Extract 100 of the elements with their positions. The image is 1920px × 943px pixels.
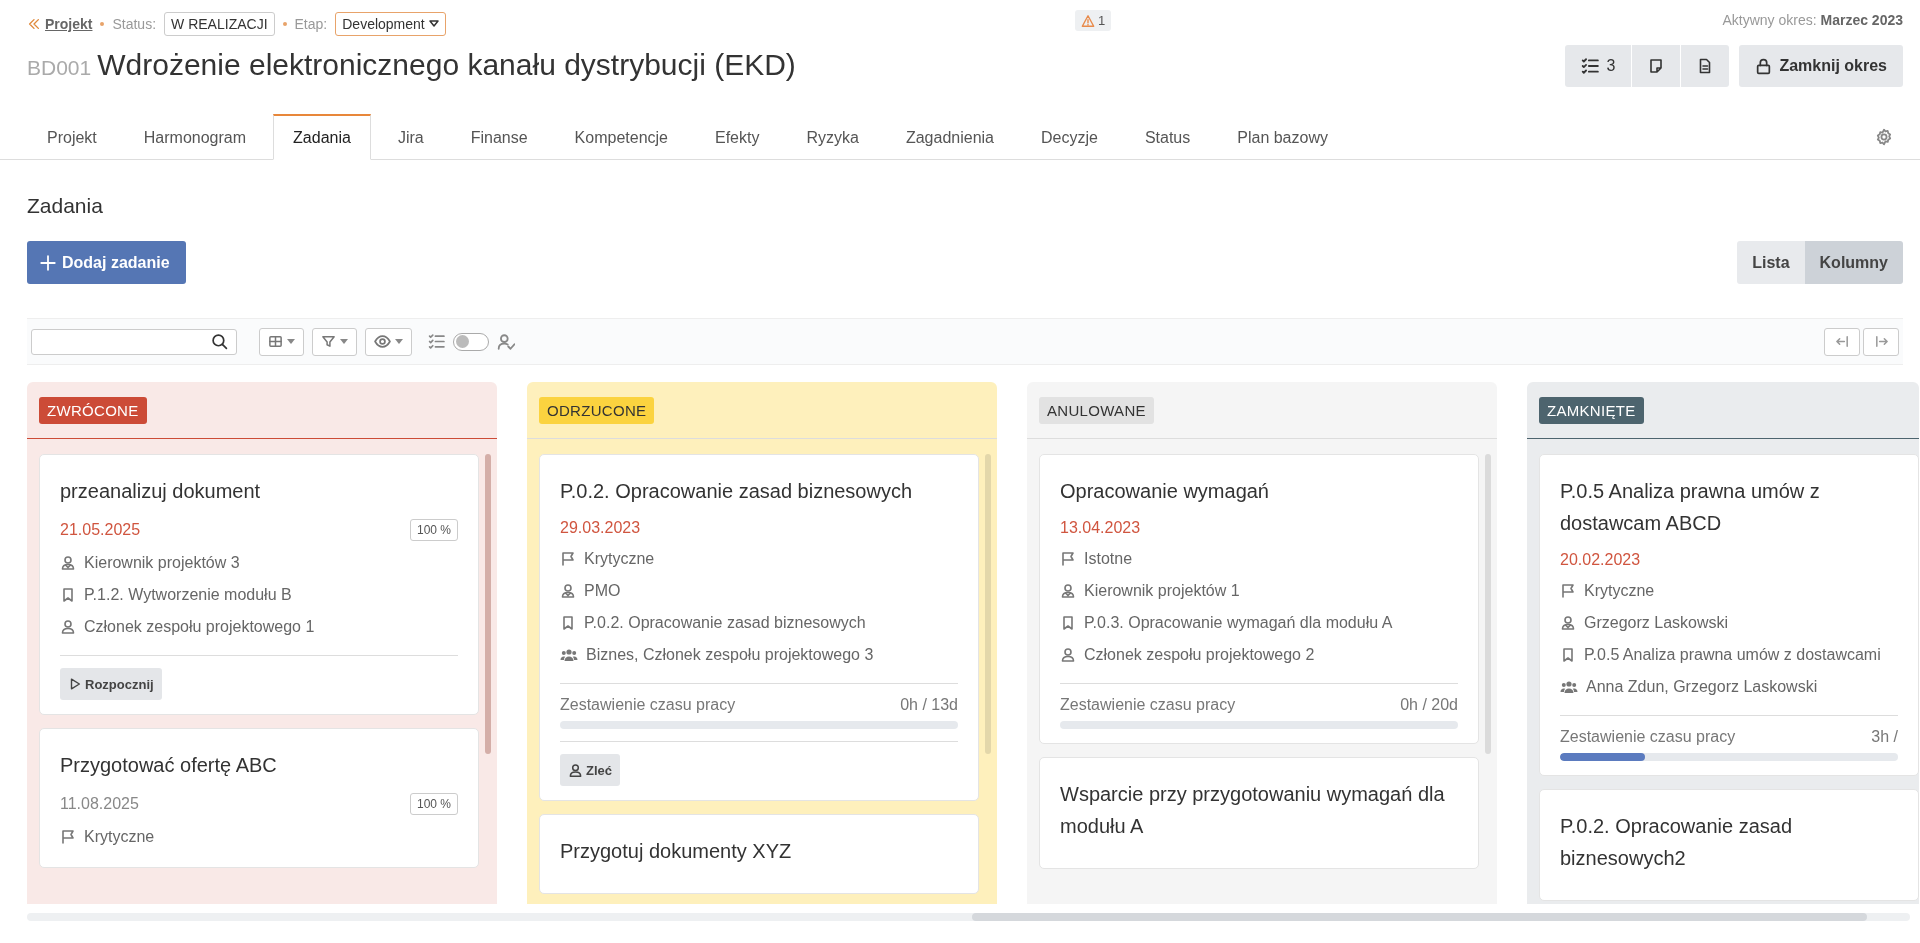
detail-text: Członek zespołu projektowego 2: [1084, 646, 1315, 664]
card-title: P.0.2. Opracowanie zasad biznesowych2: [1560, 814, 1793, 871]
detail-text: Kierownik projektów 3: [84, 554, 240, 572]
horizontal-scrollbar[interactable]: [27, 913, 1910, 921]
tab[interactable]: Efekty: [695, 114, 780, 160]
detail-text: Krytyczne: [84, 828, 155, 846]
tab[interactable]: Harmonogram: [123, 114, 267, 160]
status-badge: ANULOWANE: [1039, 396, 1154, 424]
timesheet-reading: 3h /: [1871, 728, 1898, 746]
flag-icon: [560, 551, 576, 567]
tab[interactable]: Ryzyka: [786, 114, 879, 160]
tab[interactable]: Jira: [377, 114, 444, 160]
progress-badge: 100 %: [409, 519, 458, 541]
due-date: 13.04.2023: [1060, 519, 1141, 537]
due-date: 29.03.2023: [560, 519, 641, 537]
card-title: Opracowanie wymagań: [1060, 479, 1270, 504]
tab[interactable]: Decyzje: [1021, 114, 1118, 160]
view-toggle[interactable]: Kolumny: [1804, 241, 1903, 284]
due-date: 11.08.2025: [60, 795, 139, 813]
grid-dropdown[interactable]: [259, 327, 304, 356]
detail-text: Członek zespołu projektowego 1: [84, 618, 315, 636]
detail-text: Krytyczne: [1584, 582, 1655, 600]
due-date: 20.02.2023: [1560, 551, 1641, 569]
task-card[interactable]: Wsparcie przy przygotowaniu wymagań dla modułu A: [1039, 757, 1479, 869]
toggle-switch[interactable]: [453, 332, 489, 351]
users-icon: [560, 647, 578, 663]
timesheet-label: Zestawienie czasu pracy: [1060, 696, 1236, 714]
bookmark-icon: [60, 587, 76, 603]
plus-icon: [39, 253, 57, 272]
double-chevron-left-icon: [27, 17, 41, 31]
view-toggle[interactable]: Lista: [1737, 241, 1805, 284]
scroll-right-button[interactable]: [1863, 327, 1899, 356]
card-title: Przygotuj dokumenty XYZ: [560, 839, 793, 864]
detail-text: P.1.2. Wytworzenie modułu B: [84, 586, 292, 604]
arrow-right-icon: [1873, 334, 1889, 349]
task-card[interactable]: Przygotuj dokumenty XYZ: [539, 814, 979, 894]
search-field[interactable]: [31, 328, 237, 355]
status-badge: ODRZUCONE: [539, 396, 655, 424]
task-card[interactable]: Przygotować ofertę ABC 11.08.2025 100 % Krytyczne: [39, 728, 479, 868]
detail-text: P.0.5 Analiza prawna umów z dostawcami: [1584, 646, 1881, 664]
due-date: 21.05.2025: [60, 521, 141, 539]
tab[interactable]: Status: [1124, 114, 1211, 160]
checklist-button[interactable]: 3: [1565, 45, 1632, 87]
checklist-icon: [1581, 57, 1600, 75]
card-title: Wsparcie przy przygotowaniu wymagań dla modułu A: [1060, 782, 1446, 839]
lock-icon: [1755, 57, 1773, 75]
back-link[interactable]: Projekt: [27, 16, 93, 32]
tab[interactable]: Plan bazowy: [1217, 114, 1348, 160]
task-card[interactable]: P.0.5 Analiza prawna umów z dostawcam ABCD 20.02.2023 Krytyczne Grzegorz Laskowski P.0.5 Analiza prawna umów z dostawcami Anna Zdun, Grzegorz Laskowski Zestawienie czasu pracy 3h /: [1539, 454, 1919, 776]
task-card[interactable]: P.0.2. Opracowanie zasad biznesowych2: [1539, 789, 1919, 901]
caret-icon: [395, 339, 403, 344]
timesheet-label: Zestawienie czasu pracy: [1560, 728, 1736, 746]
play-icon: [68, 677, 82, 691]
flag-icon: [1560, 583, 1576, 599]
card-title: przeanalizuj dokument: [60, 479, 262, 504]
task-card[interactable]: Opracowanie wymagań 13.04.2023 Istotne Kierownik projektów 1 P.0.3. Opracowanie wymagań dla modułu A Członek zespołu projektowego 2 Zestawienie czasu pracy 0h / 20d: [1039, 454, 1479, 744]
user-icon: [60, 555, 76, 571]
bookmark-icon: [560, 615, 576, 631]
add-task-button[interactable]: Dodaj zadanie: [27, 241, 186, 284]
scroll-left-button[interactable]: [1824, 327, 1860, 356]
tab[interactable]: Finanse: [450, 114, 548, 160]
filter-icon: [321, 334, 336, 349]
user-check-icon: [497, 332, 515, 351]
timesheet-label: Zestawienie czasu pracy: [560, 696, 736, 714]
arrow-left-icon: [1834, 334, 1850, 349]
card-title: Przygotować ofertę ABC: [60, 753, 278, 778]
filter-dropdown[interactable]: [312, 327, 357, 356]
detail-text: PMO: [584, 582, 621, 600]
note-button[interactable]: [1632, 45, 1681, 87]
visibility-dropdown[interactable]: [365, 327, 412, 356]
status-badge: ZAMKNIĘTE: [1539, 396, 1644, 424]
bookmark-icon: [1060, 615, 1076, 631]
status-label: Status:: [112, 16, 157, 32]
checklist-icon: [428, 333, 445, 350]
tab[interactable]: Kompetencje: [554, 114, 688, 160]
document-button[interactable]: [1681, 45, 1730, 87]
grid-icon: [268, 334, 283, 349]
warning-badge[interactable]: 1: [1075, 10, 1112, 31]
column-scrollbar[interactable]: [985, 454, 991, 754]
caret-icon: [287, 339, 295, 344]
column-scrollbar[interactable]: [1485, 454, 1491, 754]
project-title: Wdrożenie elektronicznego kanału dystrybucji (EKD): [97, 48, 796, 82]
user-icon: [1060, 647, 1076, 663]
tab[interactable]: Projekt: [27, 114, 117, 160]
card-title: P.0.5 Analiza prawna umów z dostawcam ABCD: [1560, 479, 1821, 536]
detail-text: P.0.3. Opracowanie wymagań dla modułu A: [1084, 614, 1393, 632]
column-scrollbar[interactable]: [485, 454, 491, 754]
task-card[interactable]: P.0.2. Opracowanie zasad biznesowych 29.03.2023 Krytyczne PMO P.0.2. Opracowanie zasad biznesowych Biznes, Członek zespołu projektowego 3 Zestawienie czasu pracy 0h / 13d Zleć: [539, 454, 979, 801]
tab[interactable]: Zadania: [273, 114, 371, 160]
task-card[interactable]: przeanalizuj dokument 21.05.2025 100 % Kierownik projektów 3 P.1.2. Wytworzenie modułu B Członek zespołu projektowego 1 Rozpocznij: [39, 454, 479, 715]
start-button[interactable]: Rozpocznij: [60, 668, 162, 700]
stage-dropdown[interactable]: Development: [335, 12, 446, 36]
close-period-button[interactable]: Zamknij okres: [1739, 45, 1903, 87]
card-title: P.0.2. Opracowanie zasad biznesowych: [560, 479, 914, 504]
timesheet-reading: 0h / 20d: [1400, 696, 1458, 714]
assign-button[interactable]: Zleć: [560, 754, 620, 786]
detail-text: Kierownik projektów 1: [1084, 582, 1240, 600]
detail-text: Grzegorz Laskowski: [1584, 614, 1729, 632]
tab[interactable]: Zagadnienia: [885, 114, 1014, 160]
section-title: Zadania: [27, 193, 104, 219]
